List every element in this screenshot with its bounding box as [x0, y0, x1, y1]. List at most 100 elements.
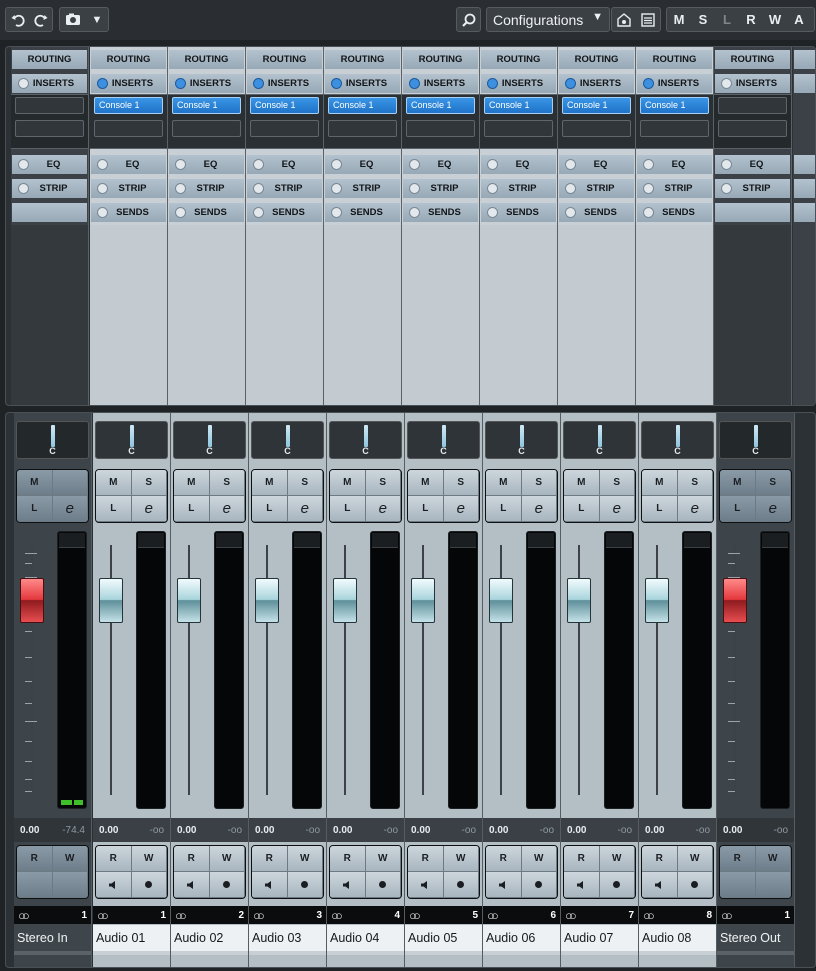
mute-button[interactable]: M — [252, 470, 288, 496]
routing-header[interactable]: ROUTING — [91, 50, 166, 69]
peak-value[interactable]: -oo — [150, 825, 164, 836]
camera-icon[interactable] — [60, 8, 86, 31]
pan-control[interactable]: C — [563, 421, 636, 459]
solo-button[interactable]: S — [599, 470, 635, 496]
mute-button[interactable]: M — [486, 470, 522, 496]
eq-header[interactable]: EQ — [559, 155, 634, 174]
strip-header[interactable]: STRIP — [12, 179, 87, 198]
global-mute-button[interactable]: M — [667, 8, 691, 31]
activate-led-icon[interactable] — [253, 78, 264, 89]
read-automation-button[interactable]: R — [720, 846, 756, 872]
activate-led-icon[interactable] — [253, 183, 264, 194]
eq-header[interactable]: EQ — [637, 155, 712, 174]
volume-fader[interactable] — [255, 578, 279, 623]
link-icon[interactable]: ○○ — [721, 908, 733, 923]
activate-led-icon[interactable] — [643, 183, 654, 194]
channel-name[interactable]: Audio 04 — [327, 925, 404, 951]
insert-slot-2[interactable] — [94, 120, 163, 137]
peak-indicator[interactable] — [606, 533, 632, 548]
volume-fader[interactable] — [567, 578, 591, 623]
edit-channel-button[interactable]: e — [365, 496, 401, 522]
record-enable-button[interactable] — [209, 872, 245, 898]
eq-header[interactable]: EQ — [481, 155, 556, 174]
monitor-button[interactable] — [720, 872, 756, 898]
insert-slot-2[interactable] — [15, 120, 84, 137]
peak-value[interactable]: -oo — [306, 825, 320, 836]
fader-value[interactable]: 0.00 — [489, 825, 508, 836]
eq-header[interactable]: EQ — [325, 155, 400, 174]
channel-name[interactable]: Audio 05 — [405, 925, 482, 951]
routing-header[interactable]: ROUTING — [637, 50, 712, 69]
global-read-button[interactable]: R — [739, 8, 763, 31]
snapshot-dropdown-icon[interactable]: ▼ — [86, 8, 108, 31]
read-automation-button[interactable]: R — [252, 846, 288, 872]
activate-led-icon[interactable] — [175, 183, 186, 194]
edit-channel-button[interactable]: e — [755, 496, 791, 522]
link-icon[interactable]: ○○ — [565, 908, 577, 923]
sends-header[interactable]: SENDS — [325, 203, 400, 222]
inserts-header[interactable]: INSERTS — [12, 74, 87, 93]
peak-indicator[interactable] — [59, 533, 85, 548]
read-automation-button[interactable]: R — [408, 846, 444, 872]
sends-header[interactable]: SENDS — [169, 203, 244, 222]
routing-header[interactable]: ROUTING — [403, 50, 478, 69]
peak-indicator[interactable] — [450, 533, 476, 548]
channel-name[interactable]: Audio 03 — [249, 925, 326, 951]
strip-header[interactable]: STRIP — [559, 179, 634, 198]
mute-button[interactable]: M — [330, 470, 366, 496]
activate-led-icon[interactable] — [331, 183, 342, 194]
activate-led-icon[interactable] — [253, 159, 264, 170]
global-automation-button[interactable]: A — [787, 8, 811, 31]
inserts-header[interactable]: INSERTS — [91, 74, 166, 93]
fader-value[interactable]: 0.00 — [20, 825, 39, 836]
strip-header[interactable]: STRIP — [91, 179, 166, 198]
inserts-header[interactable]: INSERTS — [169, 74, 244, 93]
activate-led-icon[interactable] — [175, 159, 186, 170]
configurations-dropdown[interactable]: Configurations ▼ — [486, 7, 610, 32]
channel-name[interactable]: Stereo In — [14, 925, 91, 951]
activate-led-icon[interactable] — [331, 159, 342, 170]
eq-header[interactable]: EQ — [169, 155, 244, 174]
strip-header[interactable]: STRIP — [715, 179, 790, 198]
monitor-button[interactable] — [17, 872, 53, 898]
insert-slot-1[interactable]: Console 1 — [250, 97, 319, 114]
insert-slot-2[interactable] — [718, 120, 787, 137]
activate-led-icon[interactable] — [643, 207, 654, 218]
routing-header[interactable]: ROUTING — [12, 50, 87, 69]
pan-control[interactable]: C — [95, 421, 168, 459]
routing-header[interactable]: ROUTING — [247, 50, 322, 69]
mute-button[interactable]: M — [642, 470, 678, 496]
activate-led-icon[interactable] — [409, 207, 420, 218]
listen-button[interactable]: L — [642, 496, 678, 522]
monitor-button[interactable] — [642, 872, 678, 898]
strip-header[interactable]: STRIP — [403, 179, 478, 198]
strip-header[interactable]: STRIP — [325, 179, 400, 198]
sends-header[interactable]: SENDS — [91, 203, 166, 222]
link-icon[interactable]: ○○ — [175, 908, 187, 923]
activate-led-icon[interactable] — [331, 207, 342, 218]
volume-fader[interactable] — [489, 578, 513, 623]
pan-control[interactable]: C — [641, 421, 714, 459]
read-automation-button[interactable]: R — [564, 846, 600, 872]
peak-value[interactable]: -oo — [774, 825, 788, 836]
fader-value[interactable]: 0.00 — [177, 825, 196, 836]
peak-value[interactable]: -74.4 — [62, 825, 85, 836]
mute-button[interactable]: M — [96, 470, 132, 496]
pan-control[interactable]: C — [485, 421, 558, 459]
peak-value[interactable]: -oo — [462, 825, 476, 836]
volume-fader[interactable] — [723, 578, 747, 623]
record-enable-button[interactable] — [677, 872, 713, 898]
insert-slot-1[interactable]: Console 1 — [484, 97, 553, 114]
peak-value[interactable]: -oo — [618, 825, 632, 836]
write-automation-button[interactable]: W — [599, 846, 635, 872]
inserts-header[interactable]: INSERTS — [715, 74, 790, 93]
monitor-button[interactable] — [408, 872, 444, 898]
link-icon[interactable]: ○○ — [643, 908, 655, 923]
listen-button[interactable]: L — [252, 496, 288, 522]
mute-button[interactable]: M — [564, 470, 600, 496]
sends-header-empty[interactable] — [12, 203, 87, 222]
link-icon[interactable]: ○○ — [331, 908, 343, 923]
write-automation-button[interactable]: W — [287, 846, 323, 872]
routing-header[interactable]: ROUTING — [325, 50, 400, 69]
sends-header[interactable]: SENDS — [637, 203, 712, 222]
